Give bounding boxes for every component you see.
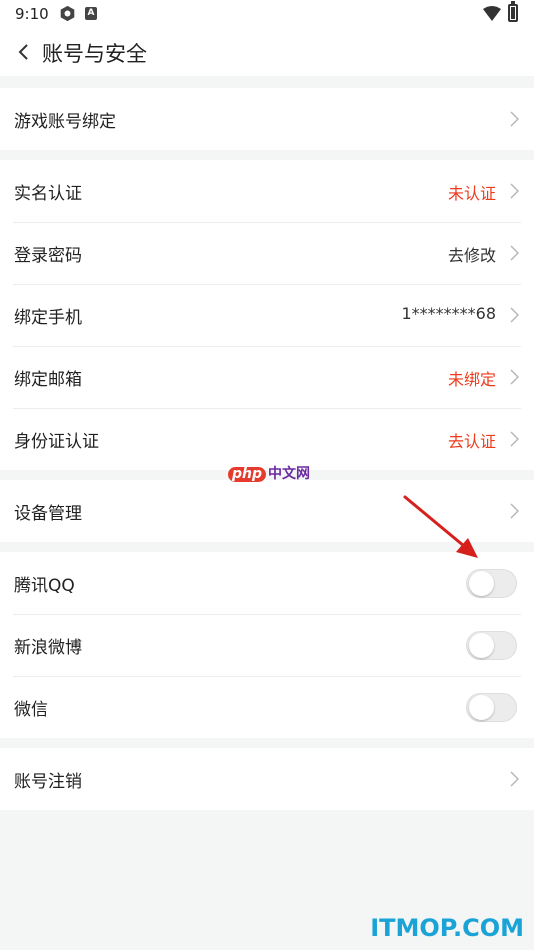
section-identity: 实名认证 未认证 登录密码 去修改 绑定手机 1********68 绑定邮箱 … (0, 160, 534, 470)
chevron-right-icon (510, 503, 519, 519)
row-id-card-verification[interactable]: 身份证认证 去认证 (0, 408, 534, 470)
status-bar: 9:10 A (0, 0, 534, 28)
gear-icon (60, 5, 75, 22)
row-wechat: 微信 (0, 676, 534, 738)
a-icon: A (85, 7, 97, 20)
row-bind-email[interactable]: 绑定邮箱 未绑定 (0, 346, 534, 408)
row-label: 身份证认证 (14, 432, 99, 452)
row-label: 账号注销 (14, 772, 82, 792)
row-label: 绑定手机 (14, 308, 82, 328)
battery-icon (508, 1, 518, 22)
annotation-arrow-icon (403, 495, 478, 558)
row-game-account-binding[interactable]: 游戏账号绑定 (0, 88, 534, 150)
toggle-switch[interactable] (466, 569, 517, 598)
row-label: 游戏账号绑定 (14, 112, 116, 132)
row-label: 新浪微博 (14, 638, 82, 658)
chevron-right-icon (510, 369, 519, 385)
chevron-right-icon (510, 431, 519, 447)
row-label: 登录密码 (14, 246, 82, 266)
section-social-binding: 腾讯QQ 新浪微博 微信 (0, 552, 534, 738)
wifi-icon (483, 6, 501, 21)
row-label: 绑定邮箱 (14, 370, 82, 390)
toggle-knob (469, 695, 494, 720)
section-account-cancel: 账号注销 (0, 748, 534, 810)
status-value: 去修改 (447, 246, 496, 265)
back-icon[interactable] (14, 42, 34, 62)
status-value: 1********68 (401, 304, 496, 323)
status-value: 未绑定 (447, 370, 496, 389)
row-label: 实名认证 (14, 184, 82, 204)
toggle-switch[interactable] (466, 693, 517, 722)
page-title: 账号与安全 (42, 42, 147, 66)
watermark-site: 中文网 (268, 466, 311, 482)
row-sina-weibo: 新浪微博 (0, 614, 534, 676)
status-time: 9:10 (15, 5, 49, 23)
footer-brand-watermark: ITMOP.COM (370, 914, 524, 942)
watermark: php 中文网 (228, 463, 310, 483)
row-login-password[interactable]: 登录密码 去修改 (0, 222, 534, 284)
status-value: 去认证 (447, 432, 496, 451)
nav-bar: 账号与安全 (0, 28, 534, 76)
row-label: 微信 (14, 700, 48, 720)
chevron-right-icon (510, 183, 519, 199)
chevron-right-icon (510, 307, 519, 323)
chevron-right-icon (510, 245, 519, 261)
row-label: 设备管理 (14, 504, 82, 524)
status-value: 未认证 (447, 184, 496, 203)
watermark-php: php (228, 467, 267, 482)
chevron-right-icon (510, 771, 519, 787)
row-bind-phone[interactable]: 绑定手机 1********68 (0, 284, 534, 346)
toggle-knob (469, 633, 494, 658)
row-account-cancellation[interactable]: 账号注销 (0, 748, 534, 810)
row-real-name-verification[interactable]: 实名认证 未认证 (0, 160, 534, 222)
toggle-knob (469, 571, 494, 596)
section-game-account: 游戏账号绑定 (0, 88, 534, 150)
toggle-switch[interactable] (466, 631, 517, 660)
chevron-right-icon (510, 111, 519, 127)
row-label: 腾讯QQ (14, 576, 75, 596)
